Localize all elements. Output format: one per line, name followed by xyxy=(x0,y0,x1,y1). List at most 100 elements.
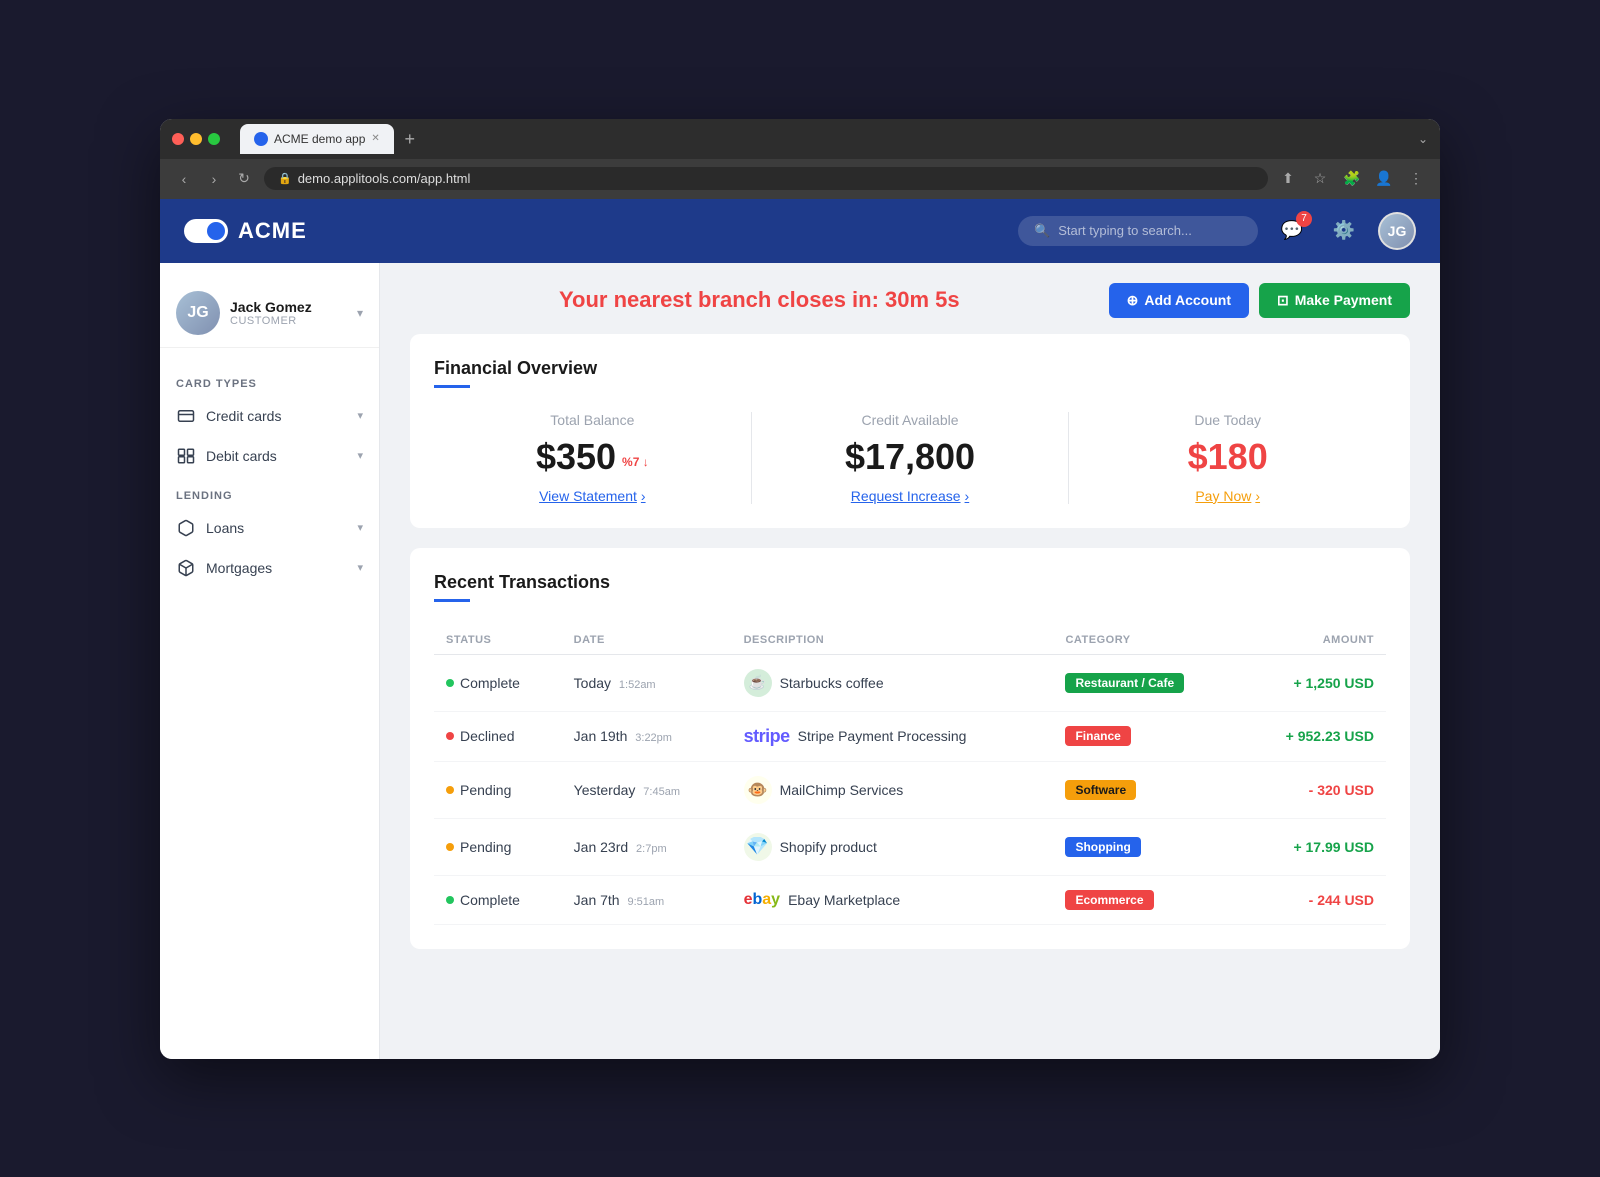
category-cell: Software xyxy=(1053,761,1239,818)
back-button[interactable]: ‹ xyxy=(172,167,196,191)
close-traffic-light[interactable] xyxy=(172,133,184,145)
share-icon[interactable]: ⬆ xyxy=(1276,167,1300,191)
messages-icon-button[interactable]: 💬 7 xyxy=(1274,213,1310,249)
date-time: 1:52am xyxy=(619,679,656,691)
sidebar-item-loans[interactable]: Loans ▾ xyxy=(160,508,379,548)
menu-icon[interactable]: ⋮ xyxy=(1404,167,1428,191)
profile-icon[interactable]: 👤 xyxy=(1372,167,1396,191)
amount-cell: - 244 USD xyxy=(1240,875,1387,924)
description-text: Stripe Payment Processing xyxy=(798,728,967,744)
settings-icon-button[interactable]: ⚙️ xyxy=(1326,213,1362,249)
date-main: Yesterday xyxy=(574,782,636,798)
add-account-button[interactable]: ⊕ Add Account xyxy=(1109,283,1249,318)
amount-cell: + 1,250 USD xyxy=(1240,654,1387,711)
credit-available-metric: Credit Available $17,800 Request Increas… xyxy=(752,412,1069,504)
user-dropdown-chevron[interactable]: ▾ xyxy=(357,306,363,320)
theme-toggle[interactable] xyxy=(184,219,228,243)
category-badge: Ecommerce xyxy=(1065,890,1153,910)
browser-addressbar: ‹ › ↻ 🔒 demo.applitools.com/app.html ⬆ ☆… xyxy=(160,159,1440,199)
date-time: 2:7pm xyxy=(636,843,667,855)
make-payment-label: Make Payment xyxy=(1295,292,1392,308)
category-cell: Finance xyxy=(1053,711,1239,761)
credit-cards-label: Credit cards xyxy=(206,408,347,424)
new-tab-button[interactable]: + xyxy=(396,126,424,154)
description-cell: 🐵 MailChimp Services xyxy=(732,761,1054,818)
credit-available-value: $17,800 xyxy=(752,436,1069,478)
extensions-icon[interactable]: 🧩 xyxy=(1340,167,1364,191)
sidebar-item-debit-cards[interactable]: Debit cards ▾ xyxy=(160,436,379,476)
sidebar-item-credit-cards[interactable]: Credit cards ▾ xyxy=(160,396,379,436)
category-badge: Restaurant / Cafe xyxy=(1065,673,1184,693)
description-cell: 💎 Shopify product xyxy=(732,818,1054,875)
status-text: Complete xyxy=(460,675,520,691)
user-section: JG Jack Gomez Customer ▾ xyxy=(160,279,379,348)
status-text: Complete xyxy=(460,892,520,908)
transactions-title: Recent Transactions xyxy=(434,572,1386,593)
bookmark-icon[interactable]: ☆ xyxy=(1308,167,1332,191)
toggle-knob xyxy=(207,222,225,240)
transactions-card: Recent Transactions Status Date Descript… xyxy=(410,548,1410,949)
pay-now-link[interactable]: Pay Now › xyxy=(1069,488,1386,504)
transactions-table: Status Date Description Category Amount xyxy=(434,626,1386,925)
tab-favicon xyxy=(254,132,268,146)
notification-badge: 7 xyxy=(1296,211,1312,227)
amount-cell: + 17.99 USD xyxy=(1240,818,1387,875)
mortgages-icon xyxy=(176,558,196,578)
status-cell: Pending xyxy=(434,818,562,875)
mortgages-label: Mortgages xyxy=(206,560,347,576)
window-controls: ⌄ xyxy=(1418,132,1428,146)
credit-cards-icon xyxy=(176,406,196,426)
status-cell: Pending xyxy=(434,761,562,818)
url-text: demo.applitools.com/app.html xyxy=(298,171,471,186)
tab-close-button[interactable]: ✕ xyxy=(371,133,379,144)
search-bar[interactable]: 🔍 Start typing to search... xyxy=(1018,216,1258,246)
date-time: 9:51am xyxy=(627,896,664,908)
table-row: Declined Jan 19th 3:22pm xyxy=(434,711,1386,761)
description-text: Starbucks coffee xyxy=(780,675,884,691)
amount-text: - 244 USD xyxy=(1309,892,1374,908)
active-tab[interactable]: ACME demo app ✕ xyxy=(240,124,394,154)
col-status: Status xyxy=(434,626,562,655)
category-cell: Restaurant / Cafe xyxy=(1053,654,1239,711)
status-cell: Complete xyxy=(434,875,562,924)
address-bar[interactable]: 🔒 demo.applitools.com/app.html xyxy=(264,167,1268,190)
financial-overview-divider xyxy=(434,385,470,388)
status-cell: Complete xyxy=(434,654,562,711)
status-dot-declined xyxy=(446,732,454,740)
search-icon: 🔍 xyxy=(1034,223,1050,239)
minimize-traffic-light[interactable] xyxy=(190,133,202,145)
col-amount: Amount xyxy=(1240,626,1387,655)
refresh-button[interactable]: ↻ xyxy=(232,167,256,191)
financial-overview-card: Financial Overview Total Balance $350 %7… xyxy=(410,334,1410,528)
date-time: 3:22pm xyxy=(635,732,672,744)
header-avatar[interactable]: JG xyxy=(1378,212,1416,250)
table-row: Complete Jan 7th 9:51am xyxy=(434,875,1386,924)
user-initials: JG xyxy=(187,304,208,322)
col-category: Category xyxy=(1053,626,1239,655)
logo-toggle: ACME xyxy=(184,218,307,244)
add-account-icon: ⊕ xyxy=(1127,292,1139,309)
amount-text: + 952.23 USD xyxy=(1286,728,1374,744)
card-types-label: Card Types xyxy=(160,372,379,396)
user-role: Customer xyxy=(230,315,347,327)
table-row: Pending Yesterday 7:45am xyxy=(434,761,1386,818)
user-avatar: JG xyxy=(176,291,220,335)
forward-button[interactable]: › xyxy=(202,167,226,191)
due-today-value: $180 xyxy=(1069,436,1386,478)
col-date: Date xyxy=(562,626,732,655)
request-increase-link[interactable]: Request Increase › xyxy=(752,488,1069,504)
debit-cards-chevron: ▾ xyxy=(357,449,363,462)
main-content: Your nearest branch closes in: 30m 5s ⊕ … xyxy=(380,263,1440,1059)
tab-title: ACME demo app xyxy=(274,132,365,146)
description-text: Ebay Marketplace xyxy=(788,892,900,908)
sidebar-item-mortgages[interactable]: Mortgages ▾ xyxy=(160,548,379,588)
description-cell: ebay Ebay Marketplace xyxy=(732,875,1054,924)
fullscreen-traffic-light[interactable] xyxy=(208,133,220,145)
make-payment-button[interactable]: ⊡ Make Payment xyxy=(1259,283,1410,318)
description-text: Shopify product xyxy=(780,839,877,855)
date-cell: Jan 19th 3:22pm xyxy=(562,711,732,761)
amount-text: - 320 USD xyxy=(1309,782,1374,798)
view-statement-link[interactable]: View Statement › xyxy=(434,488,751,504)
financial-overview-title: Financial Overview xyxy=(434,358,1386,379)
date-cell: Yesterday 7:45am xyxy=(562,761,732,818)
